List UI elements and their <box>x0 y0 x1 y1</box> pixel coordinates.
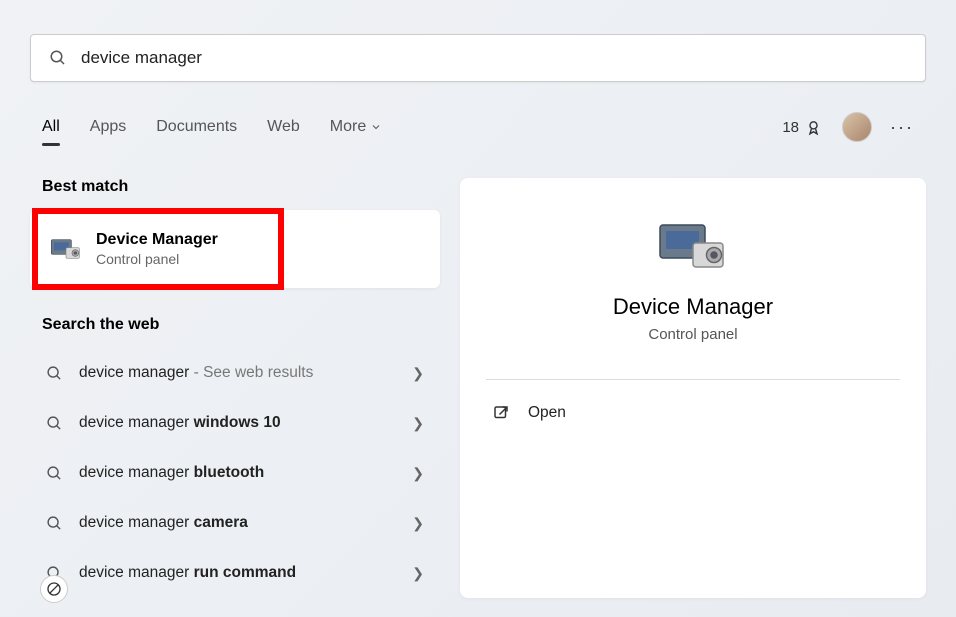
web-result-item[interactable]: device manager bluetooth ❯ <box>30 448 440 498</box>
rewards-points: 18 <box>782 119 799 136</box>
search-input[interactable] <box>81 48 907 68</box>
open-icon <box>492 404 510 422</box>
tab-more[interactable]: More <box>330 118 382 136</box>
detail-title: Device Manager <box>486 294 900 320</box>
best-match-text: Device Manager Control panel <box>96 231 218 267</box>
search-web-heading: Search the web <box>42 316 440 334</box>
search-icon <box>46 365 63 382</box>
best-match-subtitle: Control panel <box>96 251 218 267</box>
web-result-text: device manager windows 10 <box>79 414 412 432</box>
best-match-heading: Best match <box>42 178 440 196</box>
more-menu-button[interactable]: ··· <box>890 117 914 138</box>
open-action[interactable]: Open <box>486 390 900 436</box>
medal-icon <box>805 119 822 136</box>
detail-icon-wrap <box>486 218 900 274</box>
filter-row: All Apps Documents Web More 18 ··· <box>30 112 926 142</box>
chevron-down-icon <box>370 121 382 133</box>
blocked-icon <box>46 581 62 597</box>
detail-panel: Device Manager Control panel Open <box>460 178 926 598</box>
web-result-text: device manager camera <box>79 514 412 532</box>
blocked-icon-badge[interactable] <box>40 575 68 603</box>
tab-web[interactable]: Web <box>267 118 300 136</box>
tab-apps[interactable]: Apps <box>90 118 126 136</box>
device-manager-large-icon <box>657 218 729 274</box>
chevron-right-icon: ❯ <box>412 415 424 432</box>
chevron-right-icon: ❯ <box>412 515 424 532</box>
chevron-right-icon: ❯ <box>412 565 424 582</box>
chevron-right-icon: ❯ <box>412 465 424 482</box>
web-result-item[interactable]: device manager run command ❯ <box>30 548 440 598</box>
filter-tabs: All Apps Documents Web More <box>42 118 382 136</box>
tab-more-label: More <box>330 118 366 136</box>
results-column: Best match Device Manager Control panel … <box>30 178 440 598</box>
tab-documents[interactable]: Documents <box>156 118 237 136</box>
detail-subtitle: Control panel <box>486 326 900 343</box>
web-result-text: device manager - See web results <box>79 364 412 382</box>
search-icon <box>49 49 67 67</box>
web-result-text: device manager bluetooth <box>79 464 412 482</box>
user-avatar[interactable] <box>842 112 872 142</box>
web-result-item[interactable]: device manager windows 10 ❯ <box>30 398 440 448</box>
web-result-item[interactable]: device manager camera ❯ <box>30 498 440 548</box>
best-match-item[interactable]: Device Manager Control panel <box>30 210 440 288</box>
web-results-section: Search the web device manager - See web … <box>30 316 440 598</box>
device-manager-icon <box>50 237 82 261</box>
chevron-right-icon: ❯ <box>412 365 424 382</box>
web-result-item[interactable]: device manager - See web results ❯ <box>30 348 440 398</box>
open-label: Open <box>528 404 566 422</box>
selection-indicator <box>32 235 35 263</box>
search-icon <box>46 465 63 482</box>
web-result-text: device manager run command <box>79 564 412 582</box>
search-icon <box>46 515 63 532</box>
rewards-badge[interactable]: 18 <box>782 119 822 136</box>
search-bar[interactable] <box>30 34 926 82</box>
tab-all[interactable]: All <box>42 118 60 136</box>
best-match-title: Device Manager <box>96 231 218 249</box>
divider <box>486 379 900 380</box>
search-icon <box>46 415 63 432</box>
